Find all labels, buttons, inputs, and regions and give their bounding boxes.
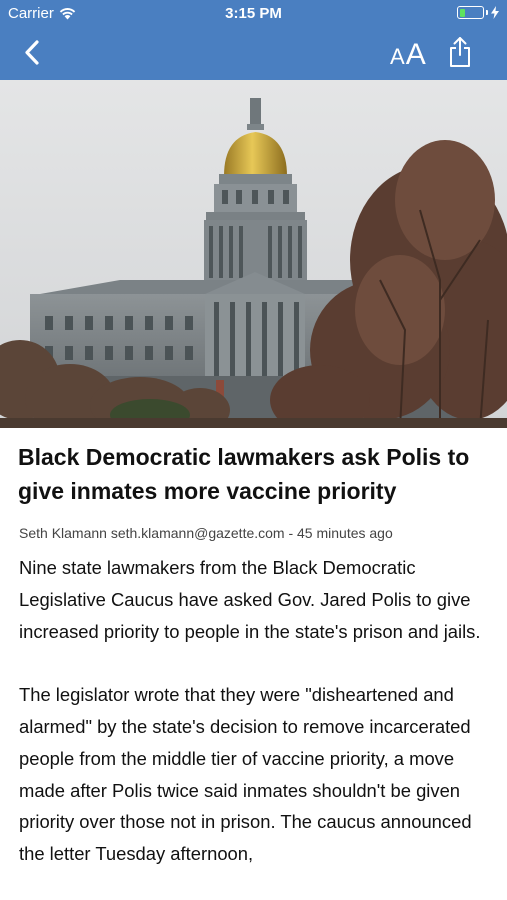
font-size-button[interactable]: A A bbox=[390, 36, 426, 70]
status-time: 3:15 PM bbox=[225, 5, 282, 22]
nav-bar: A A bbox=[0, 28, 507, 80]
battery-icon bbox=[457, 6, 484, 19]
chevron-left-icon[interactable] bbox=[18, 38, 48, 68]
article-paragraph: Nine state lawmakers from the Black Demo… bbox=[19, 557, 481, 642]
battery-indicator bbox=[457, 6, 499, 19]
capitol-building-photo bbox=[0, 80, 507, 428]
font-size-small-a: A bbox=[390, 44, 405, 69]
article-body: Nine state lawmakers from the Black Demo… bbox=[19, 552, 494, 900]
app-header: Carrier 3:15 PM A A bbox=[0, 0, 507, 80]
charging-bolt-icon bbox=[491, 6, 499, 19]
status-bar: Carrier 3:15 PM bbox=[0, 0, 507, 28]
battery-fill bbox=[459, 8, 465, 17]
share-icon[interactable] bbox=[447, 36, 473, 68]
article-byline: Seth Klamann seth.klamann@gazette.com - … bbox=[19, 525, 393, 541]
article-paragraph: The legislator wrote that they were "dis… bbox=[19, 684, 472, 865]
battery-cap bbox=[486, 10, 488, 15]
article-headline: Black Democratic lawmakers ask Polis to … bbox=[18, 444, 470, 504]
font-size-large-a: A bbox=[405, 38, 426, 71]
